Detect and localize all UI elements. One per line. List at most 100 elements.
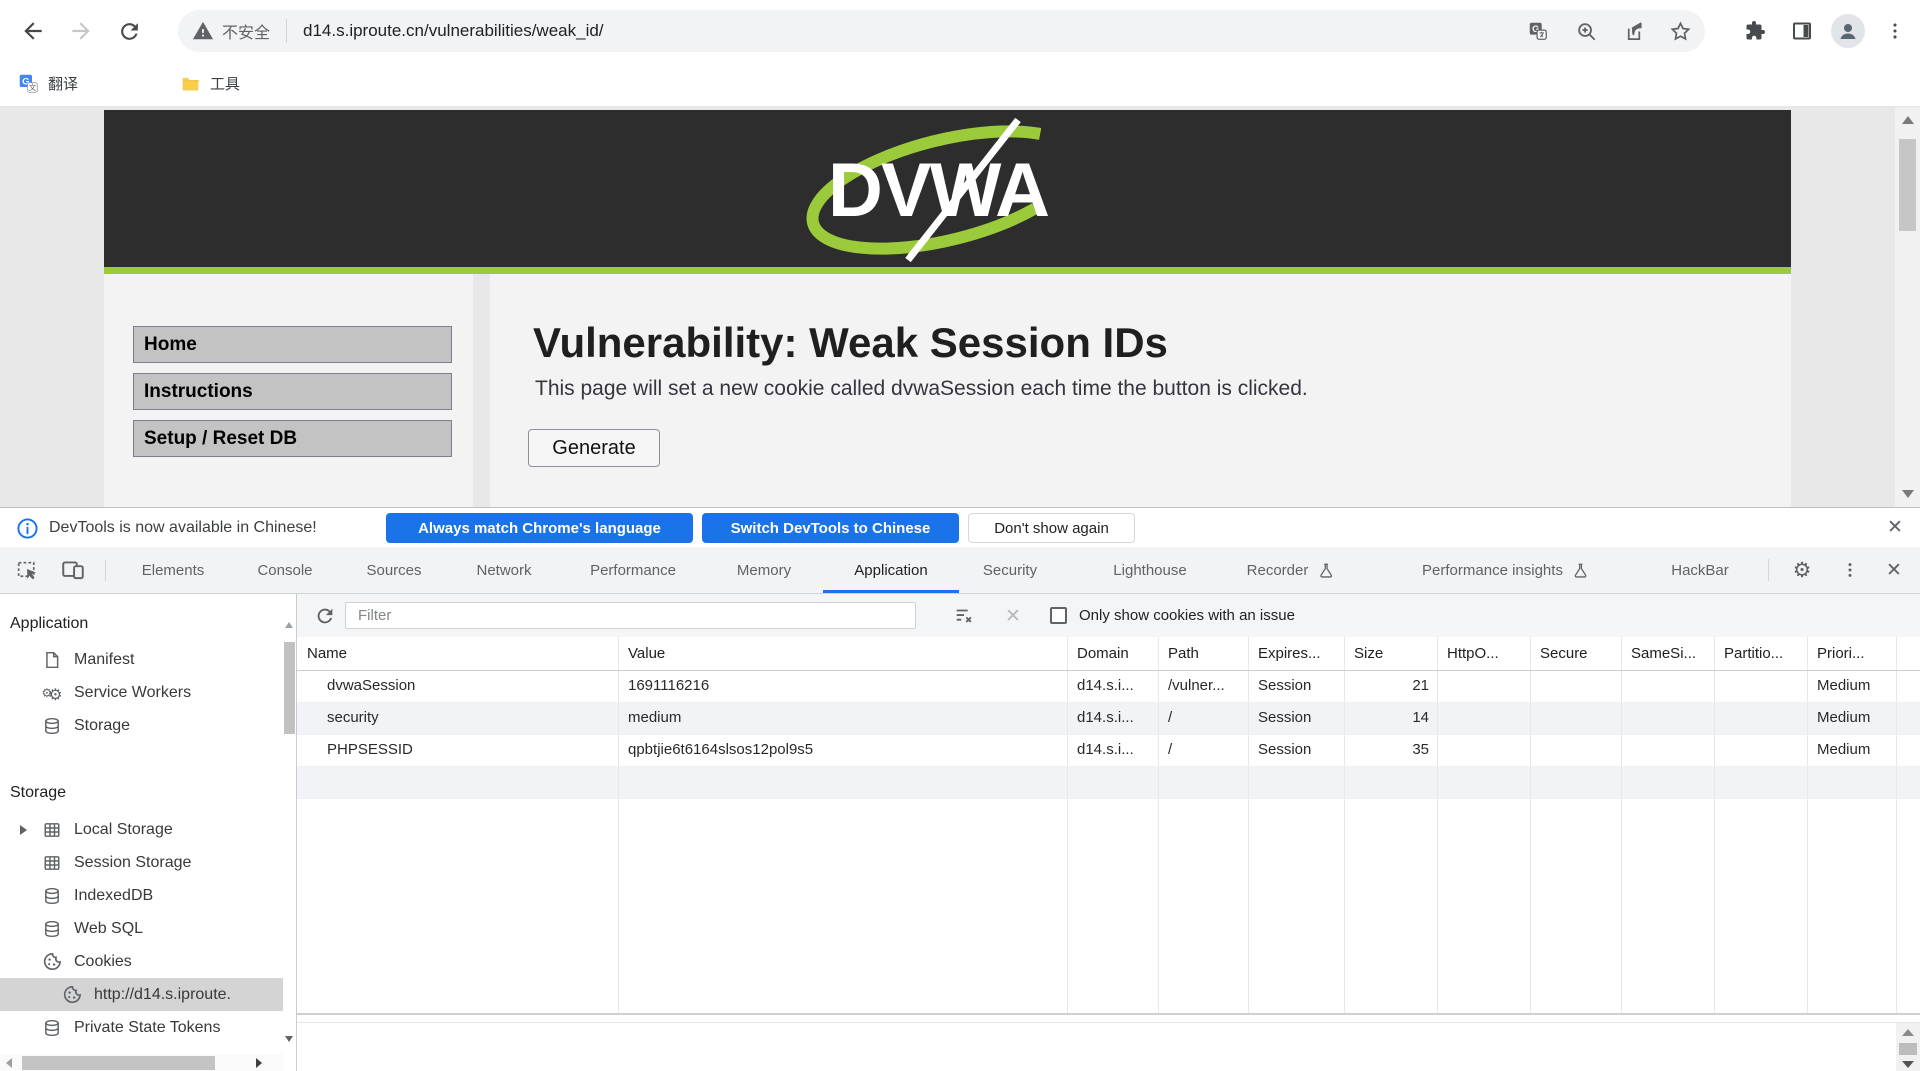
- scroll-right-arrow[interactable]: [256, 1058, 262, 1068]
- col-header-samesite[interactable]: SameSi...: [1631, 637, 1696, 670]
- column-divider[interactable]: [1158, 637, 1159, 1013]
- issue-checkbox-label[interactable]: Only show cookies with an issue: [1079, 594, 1295, 637]
- nav-instructions-button[interactable]: Instructions: [133, 373, 452, 410]
- col-header-domain[interactable]: Domain: [1077, 637, 1129, 670]
- nav-setup-button[interactable]: Setup / Reset DB: [133, 420, 452, 457]
- issue-checkbox[interactable]: [1050, 607, 1067, 624]
- expand-arrow-icon[interactable]: [20, 825, 27, 835]
- sidebar-item-cookies[interactable]: Cookies: [0, 945, 283, 978]
- sidebar-item-storage[interactable]: Storage: [0, 709, 283, 742]
- tab-recorder[interactable]: Recorder: [1247, 547, 1334, 593]
- column-divider[interactable]: [1437, 637, 1438, 1013]
- tab-lighthouse[interactable]: Lighthouse: [1113, 547, 1186, 593]
- clear-filter-icon[interactable]: [949, 602, 979, 630]
- scroll-thumb[interactable]: [22, 1056, 215, 1070]
- column-divider[interactable]: [1807, 637, 1808, 1013]
- cell-value[interactable]: 1691116216: [628, 670, 709, 702]
- scroll-thumb[interactable]: [284, 642, 295, 734]
- scroll-up-arrow[interactable]: [285, 622, 293, 628]
- preview-scrollbar[interactable]: [1896, 1023, 1920, 1071]
- scroll-down-arrow[interactable]: [1902, 1061, 1914, 1068]
- cell-path[interactable]: /: [1168, 702, 1172, 734]
- share-icon[interactable]: [1617, 20, 1651, 43]
- scroll-down-arrow[interactable]: [1902, 490, 1914, 498]
- cell-priority[interactable]: Medium: [1817, 702, 1870, 734]
- bookmark-translate[interactable]: G文 翻译: [18, 73, 78, 94]
- bookmark-tools-folder[interactable]: 工具: [180, 73, 240, 94]
- tab-sources[interactable]: Sources: [366, 547, 421, 593]
- cell-domain[interactable]: d14.s.i...: [1077, 702, 1134, 734]
- cell-size[interactable]: 14: [1344, 702, 1429, 734]
- sidebar-item-session-storage[interactable]: Session Storage: [0, 846, 283, 879]
- column-divider[interactable]: [618, 637, 619, 1013]
- tab-console[interactable]: Console: [257, 547, 312, 593]
- generate-button[interactable]: Generate: [528, 429, 660, 467]
- devtools-close-icon[interactable]: ✕: [1880, 556, 1908, 584]
- switch-chinese-button[interactable]: Switch DevTools to Chinese: [702, 513, 959, 543]
- tab-hackbar[interactable]: HackBar: [1671, 547, 1729, 593]
- sidebar-item-local-storage[interactable]: Local Storage: [0, 813, 283, 846]
- sidebar-item-web-sql[interactable]: Web SQL: [0, 912, 283, 945]
- devtools-menu-icon[interactable]: [1836, 556, 1864, 584]
- cell-path[interactable]: /: [1168, 734, 1172, 766]
- translate-icon[interactable]: G: [1521, 20, 1555, 42]
- sidebar-item-service-workers[interactable]: ⚙⚙ Service Workers: [0, 676, 283, 709]
- sidebar-item-manifest[interactable]: Manifest: [0, 643, 283, 676]
- cell-expires[interactable]: Session: [1258, 670, 1311, 702]
- col-header-priority[interactable]: Priori...: [1817, 637, 1865, 670]
- tab-application[interactable]: Application: [854, 547, 927, 593]
- column-divider[interactable]: [1621, 637, 1622, 1013]
- extensions-icon[interactable]: [1738, 14, 1772, 48]
- scroll-thumb[interactable]: [1899, 139, 1916, 231]
- col-header-partition[interactable]: Partitio...: [1724, 637, 1783, 670]
- scroll-left-arrow[interactable]: [6, 1058, 12, 1068]
- zoom-icon[interactable]: [1569, 20, 1603, 43]
- clear-icon[interactable]: ✕: [999, 602, 1027, 630]
- back-icon[interactable]: [16, 14, 50, 48]
- column-divider[interactable]: [1067, 637, 1068, 1013]
- inspect-icon[interactable]: [13, 556, 41, 584]
- cell-path[interactable]: /vulner...: [1168, 670, 1225, 702]
- warning-triangle-icon[interactable]: [192, 20, 214, 42]
- tab-performance[interactable]: Performance: [590, 547, 676, 593]
- cell-domain[interactable]: d14.s.i...: [1077, 734, 1134, 766]
- profile-avatar[interactable]: [1831, 14, 1865, 48]
- filter-input[interactable]: [345, 602, 916, 629]
- refresh-icon[interactable]: [311, 602, 339, 630]
- tab-security[interactable]: Security: [983, 547, 1037, 593]
- forward-icon[interactable]: [64, 14, 98, 48]
- scroll-down-arrow[interactable]: [285, 1036, 293, 1042]
- col-header-name[interactable]: Name: [307, 637, 347, 670]
- cell-name[interactable]: dvwaSession: [327, 670, 415, 702]
- cell-expires[interactable]: Session: [1258, 734, 1311, 766]
- col-header-size[interactable]: Size: [1354, 637, 1383, 670]
- nav-home-button[interactable]: Home: [133, 326, 452, 363]
- sidebar-item-cookie-domain[interactable]: http://d14.s.iproute.: [0, 978, 283, 1011]
- cell-priority[interactable]: Medium: [1817, 734, 1870, 766]
- dont-show-again-button[interactable]: Don't show again: [968, 513, 1135, 543]
- browser-menu-icon[interactable]: [1878, 14, 1912, 48]
- url-bar[interactable]: 不安全 d14.s.iproute.cn/vulnerabilities/wea…: [178, 10, 1705, 52]
- scroll-thumb[interactable]: [1899, 1043, 1917, 1055]
- column-divider[interactable]: [1530, 637, 1531, 1013]
- cell-name[interactable]: security: [327, 702, 379, 734]
- cell-value[interactable]: medium: [628, 702, 681, 734]
- cell-value[interactable]: qpbtjie6t6164slsos12pol9s5: [628, 734, 813, 766]
- column-divider[interactable]: [1714, 637, 1715, 1013]
- device-toolbar-icon[interactable]: [58, 556, 88, 584]
- sidebar-item-indexeddb[interactable]: IndexedDB: [0, 879, 283, 912]
- tab-performance-insights[interactable]: Performance insights: [1422, 547, 1588, 593]
- devtools-settings-icon[interactable]: ⚙: [1788, 556, 1816, 584]
- column-divider[interactable]: [1248, 637, 1249, 1013]
- url-text[interactable]: d14.s.iproute.cn/vulnerabilities/weak_id…: [303, 21, 604, 41]
- col-header-expires[interactable]: Expires...: [1258, 637, 1321, 670]
- security-chip[interactable]: 不安全: [222, 19, 270, 43]
- bookmark-star-icon[interactable]: [1663, 20, 1697, 43]
- sidebar-item-private-state-tokens[interactable]: Private State Tokens: [0, 1011, 283, 1044]
- tab-elements[interactable]: Elements: [142, 547, 205, 593]
- tab-network[interactable]: Network: [476, 547, 531, 593]
- cell-size[interactable]: 21: [1344, 670, 1429, 702]
- col-header-httponly[interactable]: HttpO...: [1447, 637, 1499, 670]
- cell-size[interactable]: 35: [1344, 734, 1429, 766]
- cell-priority[interactable]: Medium: [1817, 670, 1870, 702]
